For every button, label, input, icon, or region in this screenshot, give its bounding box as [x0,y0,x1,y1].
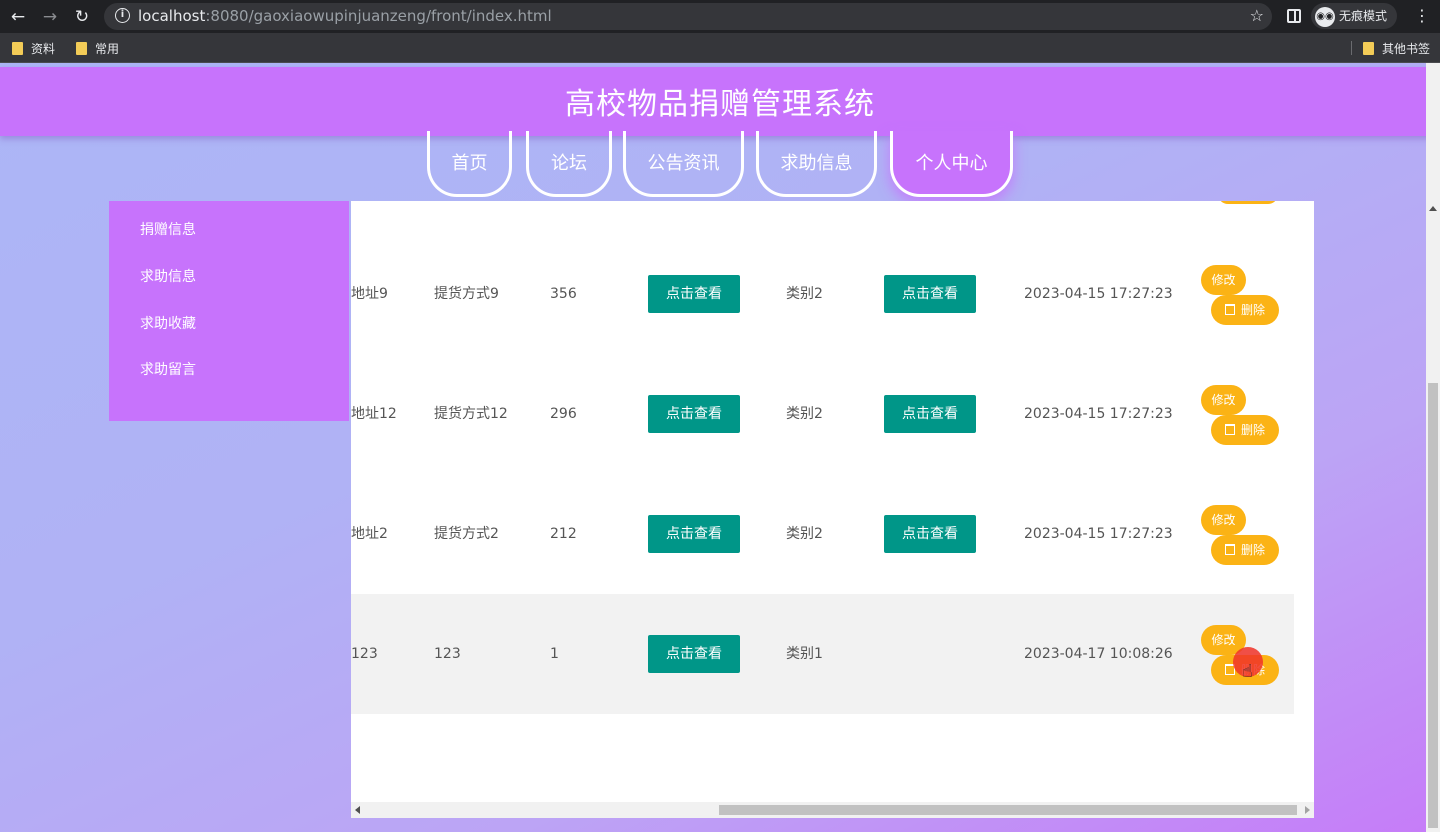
view-button-2[interactable]: 点击查看 [884,275,976,313]
main-nav: 首页 论坛 公告资讯 求助信息 个人中心 [0,131,1440,205]
scrollbar-thumb[interactable] [719,805,1297,815]
url-text: localhost:8080/gaoxiaowupinjuanzeng/fron… [138,7,552,25]
view-button[interactable]: 点击查看 [648,635,740,673]
view-button[interactable]: 点击查看 [648,515,740,553]
address-cell: 地址12 [351,406,397,422]
site-header: 高校物品捐赠管理系统 [0,67,1440,136]
bookmarks-bar: 资料 常用 其他书签 [0,33,1440,63]
edit-button[interactable]: 修改 [1201,505,1246,535]
folder-icon [1363,42,1374,55]
pickup-cell: 提货方式2 [434,526,499,542]
back-icon[interactable]: ← [7,6,29,28]
delete-button[interactable]: 删除 [1211,535,1279,565]
nav-help-info[interactable]: 求助信息 [756,131,877,197]
address-cell: 123 [351,646,378,662]
sidebar: 捐赠信息 求助信息 求助收藏 求助留言 [109,201,349,421]
category-cell: 类别2 [786,406,823,422]
address-bar[interactable]: i localhost:8080/gaoxiaowupinjuanzeng/fr… [104,3,1272,30]
time-cell: 2023-04-17 10:08:26 [1024,646,1173,662]
view-button[interactable]: 点击查看 [648,395,740,433]
sidebar-item-donation-info[interactable]: 捐赠信息 [140,219,196,239]
view-button-2[interactable]: 点击查看 [884,515,976,553]
time-cell: 2023-04-15 17:27:23 [1024,286,1173,302]
delete-button[interactable]: 删除 [1211,415,1279,445]
table-row: 地址9 提货方式9 356 点击查看 类别2 点击查看 2023-04-15 1… [351,234,1294,354]
time-cell: 2023-04-15 17:27:23 [1024,406,1173,422]
sidebar-item-help-favorites[interactable]: 求助收藏 [140,313,196,333]
bookmark-star-icon[interactable]: ☆ [1250,6,1264,25]
scroll-right-icon[interactable] [1305,806,1310,814]
side-panel-icon[interactable] [1287,9,1301,23]
site-title: 高校物品捐赠管理系统 [565,87,875,122]
time-cell: 2023-04-15 17:27:23 [1024,526,1173,542]
nav-forum[interactable]: 论坛 [526,131,612,197]
bookmark-separator [1351,41,1352,55]
folder-icon [76,42,87,55]
horizontal-scrollbar[interactable] [351,802,1314,818]
trash-icon [1224,304,1235,315]
incognito-badge[interactable]: ◉◉ 无痕模式 [1311,3,1398,29]
edit-button[interactable]: 修改 [1201,265,1246,295]
forward-icon[interactable]: → [39,6,61,28]
pickup-cell: 提货方式12 [434,406,508,422]
delete-button[interactable]: 删除 [1211,295,1279,325]
sidebar-item-help-messages[interactable]: 求助留言 [140,359,196,379]
trash-icon [1224,544,1235,555]
vertical-scrollbar[interactable] [1426,63,1440,832]
scrollbar-thumb[interactable] [1428,383,1438,828]
view-button-2[interactable]: 点击查看 [884,395,976,433]
browser-menu-icon[interactable]: ⋮ [1414,6,1430,26]
reload-icon[interactable]: ↻ [71,6,93,28]
quantity-cell: 356 [550,286,577,302]
quantity-cell: 296 [550,406,577,422]
content-panel: 地址9 提货方式9 356 点击查看 类别2 点击查看 2023-04-15 1… [351,201,1314,818]
incognito-icon: ◉◉ [1315,6,1335,27]
nav-home[interactable]: 首页 [427,131,512,197]
table-row: 地址12 提货方式12 296 点击查看 类别2 点击查看 2023-04-15… [351,354,1294,474]
nav-personal-center[interactable]: 个人中心 [890,131,1013,197]
browser-toolbar: ← → ↻ i localhost:8080/gaoxiaowupinjuanz… [0,0,1440,33]
hand-cursor-icon: ☝ [1242,661,1253,682]
quantity-cell: 1 [550,646,559,662]
category-cell: 类别2 [786,526,823,542]
page: 高校物品捐赠管理系统 首页 论坛 公告资讯 求助信息 个人中心 捐赠信息 求助信… [0,63,1440,832]
pickup-cell: 提货方式9 [434,286,499,302]
scroll-up-icon[interactable] [1429,206,1437,211]
quantity-cell: 212 [550,526,577,542]
folder-icon [12,42,23,55]
pickup-cell: 123 [434,646,461,662]
view-button[interactable]: 点击查看 [648,275,740,313]
sidebar-item-help-info[interactable]: 求助信息 [140,266,196,286]
bookmark-folder-2[interactable]: 常用 [76,40,119,57]
scroll-left-icon[interactable] [355,806,360,814]
edit-button[interactable]: 修改 [1201,385,1246,415]
other-bookmarks[interactable]: 其他书签 [1363,40,1430,57]
partial-action-button[interactable] [1218,201,1278,204]
address-cell: 地址9 [351,286,388,302]
trash-icon [1224,424,1235,435]
table-row: 地址2 提货方式2 212 点击查看 类别2 点击查看 2023-04-15 1… [351,474,1294,594]
table-row: 123 123 1 点击查看 类别1 2023-04-17 10:08:26 修… [351,594,1294,714]
address-cell: 地址2 [351,526,388,542]
bookmark-folder-1[interactable]: 资料 [12,40,55,57]
category-cell: 类别2 [786,286,823,302]
nav-announcements[interactable]: 公告资讯 [623,131,744,197]
category-cell: 类别1 [786,646,823,662]
site-info-icon[interactable]: i [115,8,130,23]
